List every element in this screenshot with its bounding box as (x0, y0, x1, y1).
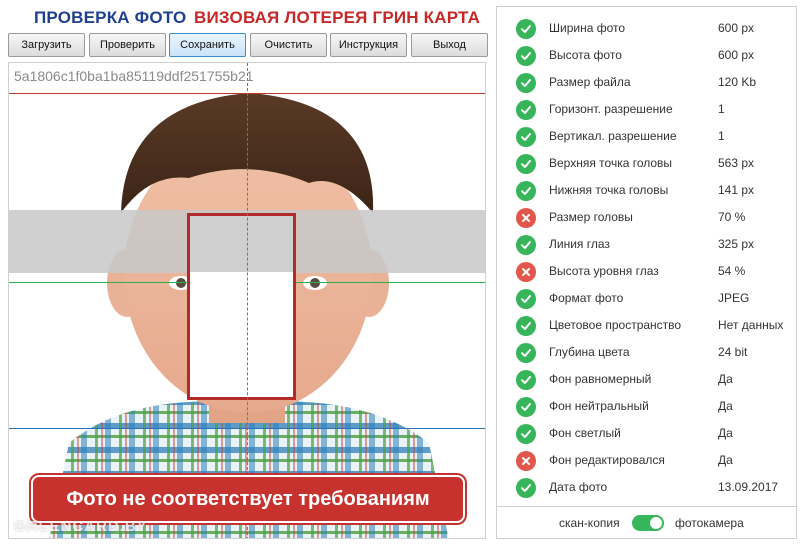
check-ok-icon (516, 235, 536, 255)
error-alert: Фото не соответствует требованиям (31, 475, 465, 523)
check-row: Фон редактировался Да (497, 448, 796, 475)
check-label: Горизонт. разрешение (549, 102, 673, 116)
check-ok-icon (516, 73, 536, 93)
check-label: Глубина цвета (549, 345, 630, 359)
check-row: Формат фото JPEG (497, 286, 796, 313)
check-label: Нижняя точка головы (549, 183, 669, 197)
check-ok-icon (516, 181, 536, 201)
check-row: Размер файла 120 Kb (497, 70, 796, 97)
mode-scan-label: скан-копия (559, 516, 620, 530)
mode-camera-label: фотокамера (675, 516, 744, 530)
check-fail-icon (516, 451, 536, 471)
check-label: Ширина фото (549, 21, 626, 35)
load-button[interactable]: Загрузить (8, 33, 85, 57)
check-value: 54 % (718, 264, 746, 278)
check-ok-icon (516, 19, 536, 39)
check-row: Глубина цвета 24 bit (497, 340, 796, 367)
check-value: Да (718, 426, 733, 440)
clear-button[interactable]: Очистить (250, 33, 327, 57)
check-value: 1 (718, 129, 725, 143)
check-value: 70 % (718, 210, 746, 224)
check-label: Размер файла (549, 75, 631, 89)
check-ok-icon (516, 127, 536, 147)
check-row: Цветовое пространство Нет данных (497, 313, 796, 340)
check-value: Нет данных (718, 318, 784, 332)
check-ok-icon (516, 46, 536, 66)
check-row: Дата фото 13.09.2017 (497, 475, 796, 502)
check-row: Фон нейтральный Да (497, 394, 796, 421)
check-label: Дата фото (549, 480, 608, 494)
mode-toggle[interactable] (632, 515, 664, 531)
center-line (247, 63, 248, 538)
checks-panel: Ширина фото 600 px Высота фото 600 px Размер… (496, 6, 797, 539)
toggle-knob (650, 517, 662, 529)
check-row: Размер головы 70 % (497, 205, 796, 232)
check-label: Линия глаз (549, 237, 610, 251)
check-row: Верхняя точка головы 563 px (497, 151, 796, 178)
check-ok-icon (516, 289, 536, 309)
photo-hash: 5a1806c1f0ba1ba85119ddf251755b21 (14, 68, 254, 84)
toolbar: Загрузить Проверить Сохранить Очистить И… (8, 33, 488, 57)
check-label: Формат фото (549, 291, 624, 305)
check-fail-icon (516, 262, 536, 282)
check-value: 600 px (718, 48, 755, 62)
check-row: Линия глаз 325 px (497, 232, 796, 259)
title-photo-check: ПРОВЕРКА ФОТО (34, 8, 187, 27)
check-value: 13.09.2017 (718, 480, 779, 494)
check-value: 120 Kb (718, 75, 757, 89)
check-ok-icon (516, 100, 536, 120)
check-label: Фон редактировался (549, 453, 665, 467)
mode-toggle-row: скан-копия фотокамера (497, 510, 796, 536)
check-row: Фон светлый Да (497, 421, 796, 448)
check-row: Ширина фото 600 px (497, 16, 796, 43)
check-row: Высота фото 600 px (497, 43, 796, 70)
check-label: Высота уровня глаз (549, 264, 659, 278)
check-label: Высота фото (549, 48, 622, 62)
panel-divider (497, 506, 796, 507)
check-value: Да (718, 453, 733, 467)
check-row: Горизонт. разрешение 1 (497, 97, 796, 124)
check-value: 141 px (718, 183, 755, 197)
check-row: Высота уровня глаз 54 % (497, 259, 796, 286)
check-value: Да (718, 399, 733, 413)
check-fail-icon (516, 208, 536, 228)
check-value: Да (718, 372, 733, 386)
title-green-card-lottery: ВИЗОВАЯ ЛОТЕРЕЯ ГРИН КАРТА (194, 8, 481, 27)
check-ok-icon (516, 154, 536, 174)
face-frame (187, 213, 296, 400)
check-value: 325 px (718, 237, 755, 251)
check-row: Вертикал. разрешение 1 (497, 124, 796, 151)
watermark: GREENCARD.BY (14, 518, 148, 535)
save-button[interactable]: Сохранить (169, 33, 246, 57)
check-ok-icon (516, 424, 536, 444)
app-header: ПРОВЕРКА ФОТО ВИЗОВАЯ ЛОТЕРЕЯ ГРИН КАРТА (0, 8, 500, 30)
check-label: Вертикал. разрешение (549, 129, 677, 143)
check-label: Размер головы (549, 210, 633, 224)
check-label: Фон нейтральный (549, 399, 649, 413)
exit-button[interactable]: Выход (411, 33, 488, 57)
check-ok-icon (516, 343, 536, 363)
check-ok-icon (516, 370, 536, 390)
check-value: 24 bit (718, 345, 748, 359)
check-row: Нижняя точка головы 141 px (497, 178, 796, 205)
check-value: 1 (718, 102, 725, 116)
check-row: Фон равномерный Да (497, 367, 796, 394)
check-ok-icon (516, 316, 536, 336)
check-value: 563 px (718, 156, 755, 170)
check-label: Цветовое пространство (549, 318, 682, 332)
check-value: 600 px (718, 21, 755, 35)
check-label: Фон светлый (549, 426, 621, 440)
check-value: JPEG (718, 291, 750, 305)
check-button[interactable]: Проверить (89, 33, 166, 57)
check-label: Фон равномерный (549, 372, 652, 386)
check-ok-icon (516, 478, 536, 498)
check-label: Верхняя точка головы (549, 156, 673, 170)
instruction-button[interactable]: Инструкция (330, 33, 407, 57)
check-ok-icon (516, 397, 536, 417)
photo-preview: 5a1806c1f0ba1ba85119ddf251755b21 Фото не… (8, 62, 486, 539)
